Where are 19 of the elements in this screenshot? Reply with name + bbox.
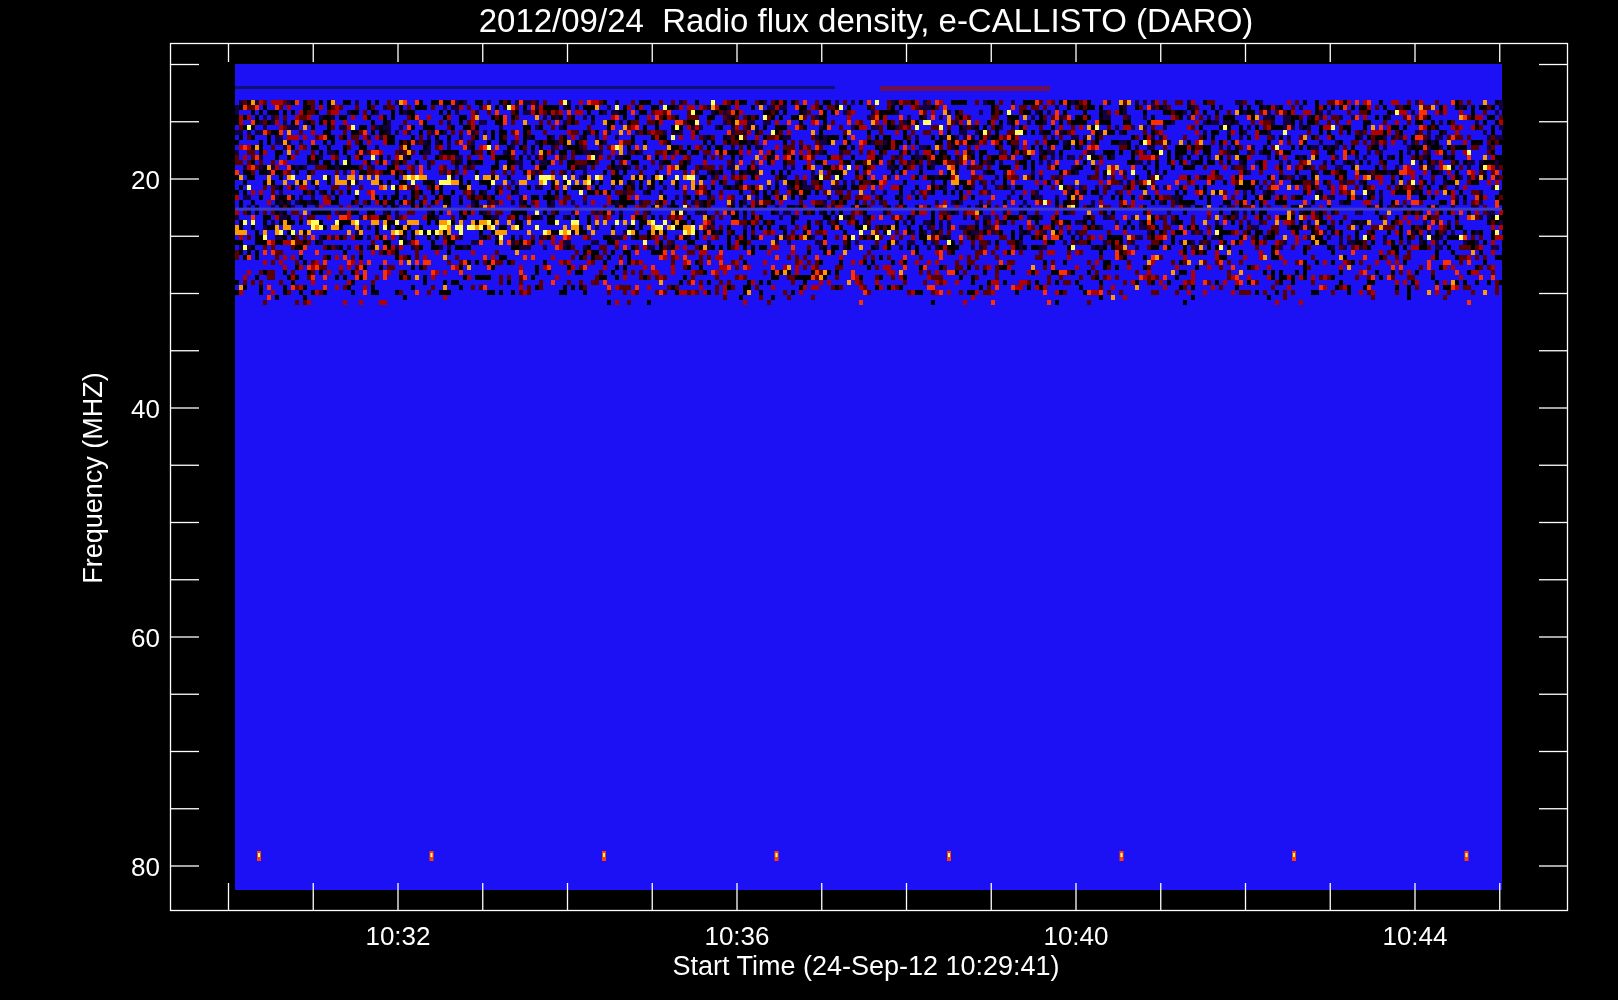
y-axis-label: Frequency (MHZ) [78, 372, 108, 584]
x-tick-label: 10:36 [704, 921, 770, 951]
signal-spike [429, 851, 434, 861]
signal-spike [1464, 851, 1469, 861]
x-tick-label: 10:32 [365, 921, 431, 951]
signal-spike [257, 851, 261, 861]
signal-spike [774, 851, 779, 861]
signal-spike [1119, 851, 1124, 861]
chart-title: 2012/09/24 Radio flux density, e-CALLISTO (DARO) [478, 2, 1254, 39]
y-tick-label: 80 [131, 852, 160, 882]
signal-spike [602, 851, 606, 861]
y-tick-label: 20 [131, 165, 160, 195]
y-tick-label: 40 [131, 394, 160, 424]
signal-spike [1292, 851, 1296, 861]
x-tick-label: 10:40 [1043, 921, 1109, 951]
y-tick-label: 60 [131, 623, 160, 653]
signal-spike [947, 851, 951, 861]
x-axis-label: Start Time (24-Sep-12 10:29:41) [672, 951, 1060, 981]
x-tick-label: 10:44 [1382, 921, 1448, 951]
